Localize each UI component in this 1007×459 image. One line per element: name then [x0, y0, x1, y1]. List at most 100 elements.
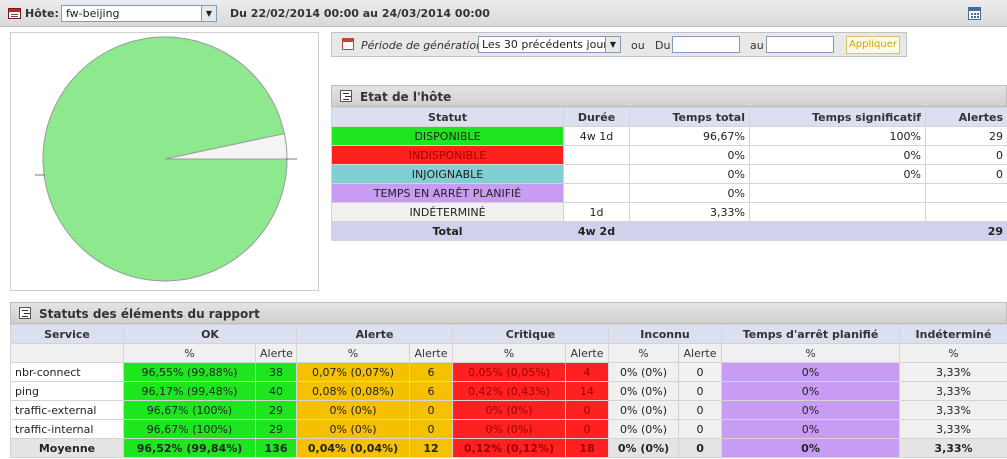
critical-alerts-cell: 0	[565, 400, 610, 420]
unknown-alerts-cell: 0	[678, 419, 723, 439]
duration-cell: 4w 2d	[563, 221, 630, 241]
warning-pct-cell: 0,04% (0,04%)	[296, 438, 410, 458]
column-subheader: %	[452, 343, 567, 363]
apply-button[interactable]: Appliquer	[846, 36, 900, 54]
alerts-cell: 29	[925, 221, 1007, 241]
services-title: Statuts des éléments du rapport	[39, 307, 260, 321]
undetermined-pct-cell: 3,33%	[899, 400, 1007, 420]
period-select[interactable]: Les 30 précédents jours ▼	[478, 36, 621, 53]
column-subheader	[10, 343, 124, 363]
total-cell: 0%	[629, 164, 750, 184]
table-row: traffic-internal 96,67% (100%) 29 0% (0%…	[10, 419, 1007, 439]
table-row: INDISPONIBLE 0% 0% 0	[331, 145, 1007, 165]
unknown-pct-cell: 0% (0%)	[608, 438, 680, 458]
unknown-alerts-cell: 0	[678, 438, 723, 458]
host-select[interactable]: fw-beijing ▼	[61, 5, 217, 22]
calendar-icon[interactable]	[968, 7, 981, 20]
column-header: Temps significatif	[749, 107, 926, 127]
column-header: Inconnu	[608, 324, 723, 344]
duration-cell	[563, 145, 630, 165]
column-subheader: Alerte	[678, 343, 723, 363]
critical-pct-cell: 0% (0%)	[452, 400, 567, 420]
host-state-header: Etat de l'hôte	[331, 85, 1007, 107]
duration-cell	[563, 183, 630, 203]
host-select-value: fw-beijing	[66, 7, 120, 20]
total-cell: 3,33%	[629, 202, 750, 222]
table-row: ping 96,17% (99,48%) 40 0,08% (0,08%) 6 …	[10, 381, 1007, 401]
ok-pct-cell: 96,55% (99,88%)	[123, 362, 256, 382]
total-row: Total 4w 2d 29	[331, 221, 1007, 241]
duration-cell: 4w 1d	[563, 126, 630, 146]
alerts-cell	[925, 183, 1007, 203]
significant-cell	[749, 221, 926, 241]
critical-alerts-cell: 0	[565, 419, 610, 439]
host-state-pie-chart	[35, 36, 297, 282]
warning-alerts-cell: 0	[408, 400, 454, 420]
services-table: Service OK Alerte Critique Inconnu Temps…	[10, 324, 1007, 458]
start-date-input[interactable]	[672, 36, 740, 53]
host-state-pie-panel	[10, 32, 319, 291]
host-state-title: Etat de l'hôte	[360, 90, 452, 104]
column-header: Temps total	[629, 107, 750, 127]
ok-alerts-cell: 40	[255, 381, 297, 401]
critical-pct-cell: 0% (0%)	[452, 419, 567, 439]
warning-pct-cell: 0,08% (0,08%)	[296, 381, 410, 401]
maintenance-pct-cell: 0%	[721, 400, 901, 420]
warning-alerts-cell: 0	[408, 419, 454, 439]
alerts-cell	[925, 202, 1007, 222]
column-header: Service	[10, 324, 124, 344]
total-cell: 0%	[629, 183, 750, 203]
significant-cell: 0%	[749, 164, 926, 184]
chevron-down-icon[interactable]: ▼	[605, 37, 620, 52]
column-header: Statut	[331, 107, 564, 127]
critical-alerts-cell: 14	[565, 381, 610, 401]
column-header: OK	[123, 324, 297, 344]
services-header: Statuts des éléments du rapport	[10, 302, 1007, 324]
total-label: Total	[331, 221, 564, 241]
column-subheader: Alerte	[408, 343, 454, 363]
significant-cell	[749, 202, 926, 222]
host-icon	[8, 8, 21, 19]
top-toolbar: Hôte: fw-beijing ▼ Du 22/02/2014 00:00 a…	[0, 0, 1007, 27]
critical-pct-cell: 0,05% (0,05%)	[452, 362, 567, 382]
total-cell: 96,67%	[629, 126, 750, 146]
service-name[interactable]: traffic-external	[10, 400, 124, 420]
service-name[interactable]: nbr-connect	[10, 362, 124, 382]
end-date-input[interactable]	[766, 36, 834, 53]
critical-pct-cell: 0,12% (0,12%)	[452, 438, 567, 458]
table-row: DISPONIBLE 4w 1d 96,67% 100% 29	[331, 126, 1007, 146]
service-name[interactable]: ping	[10, 381, 124, 401]
total-cell: 0%	[629, 145, 750, 165]
warning-pct-cell: 0,07% (0,07%)	[296, 362, 410, 382]
undetermined-pct-cell: 3,33%	[899, 381, 1007, 401]
maintenance-pct-cell: 0%	[721, 362, 901, 382]
from-label: Du	[655, 39, 671, 52]
warning-pct-cell: 0% (0%)	[296, 419, 410, 439]
host-state-table: Statut Durée Temps total Temps significa…	[331, 107, 1007, 241]
service-name[interactable]: traffic-internal	[10, 419, 124, 439]
maintenance-pct-cell: 0%	[721, 438, 901, 458]
status-cell: INDÉTERMINÉ	[331, 202, 564, 222]
status-cell: INJOIGNABLE	[331, 164, 564, 184]
undetermined-pct-cell: 3,33%	[899, 362, 1007, 382]
ok-pct-cell: 96,67% (100%)	[123, 400, 256, 420]
duration-cell: 1d	[563, 202, 630, 222]
period-select-value: Les 30 précédents jours	[482, 38, 614, 51]
critical-pct-cell: 0,42% (0,43%)	[452, 381, 567, 401]
chevron-down-icon[interactable]: ▼	[201, 6, 216, 21]
critical-alerts-cell: 4	[565, 362, 610, 382]
calendar-icon	[342, 38, 354, 50]
table-row: nbr-connect 96,55% (99,88%) 38 0,07% (0,…	[10, 362, 1007, 382]
column-subheader: %	[721, 343, 901, 363]
status-cell: INDISPONIBLE	[331, 145, 564, 165]
alerts-cell: 0	[925, 145, 1007, 165]
alerts-cell: 29	[925, 126, 1007, 146]
table-header-row: Service OK Alerte Critique Inconnu Temps…	[10, 324, 1007, 344]
table-row: INDÉTERMINÉ 1d 3,33%	[331, 202, 1007, 222]
unknown-alerts-cell: 0	[678, 400, 723, 420]
column-header: Durée	[563, 107, 630, 127]
average-row: Moyenne 96,52% (99,84%) 136 0,04% (0,04%…	[10, 438, 1007, 458]
unknown-alerts-cell: 0	[678, 381, 723, 401]
status-cell: DISPONIBLE	[331, 126, 564, 146]
warning-alerts-cell: 12	[408, 438, 454, 458]
